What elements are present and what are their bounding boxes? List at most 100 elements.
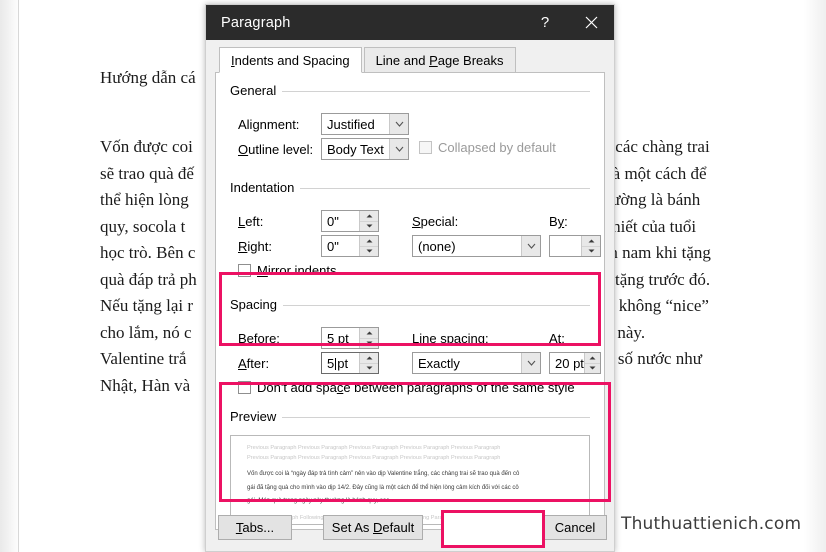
stepper-down-icon[interactable]: [360, 247, 378, 257]
by-stepper[interactable]: [581, 236, 600, 256]
watermark: Thuthuattienich.com: [621, 514, 802, 534]
dialog-footer: Tabs... Set As Default OK Cancel: [206, 503, 614, 551]
document-line-right: ột số nước như: [600, 349, 702, 368]
special-label: Special:: [412, 214, 459, 229]
dont-add-space-box[interactable]: [238, 381, 251, 394]
cancel-button[interactable]: Cancel: [543, 515, 607, 540]
document-line-left: Valentine trắ: [100, 349, 187, 368]
mirror-indents-label: Mirror indents: [257, 263, 337, 278]
document-line-left: sẽ trao quà đế: [100, 163, 194, 183]
spacing-group-label: Spacing: [230, 297, 283, 312]
collapsed-by-default-label: Collapsed by default: [438, 140, 556, 155]
preview-previous-line-1: Previous Paragraph Previous Paragraph Pr…: [247, 445, 501, 451]
collapsed-by-default-checkbox[interactable]: Collapsed by default: [419, 140, 556, 155]
at-value: 20 pt: [555, 355, 584, 371]
dont-add-space-checkbox[interactable]: Don't add space between paragraphs of th…: [238, 380, 575, 395]
page-shadow-right: [804, 0, 826, 552]
document-line-right: n nam khi tặng: [609, 243, 711, 262]
tab-indents-and-spacing[interactable]: Indents and Spacing: [219, 47, 362, 73]
special-combobox[interactable]: (none): [412, 235, 541, 257]
chevron-down-icon[interactable]: [389, 139, 408, 159]
chevron-down-icon[interactable]: [389, 114, 408, 134]
document-line-left: Nếu tặng lại r: [100, 296, 193, 315]
preview-body-line-2: gái đã tặng quà cho mình vào dịp 14/2. Đ…: [247, 484, 519, 491]
page-shadow-left: [0, 0, 20, 552]
line-spacing-combobox[interactable]: Exactly: [412, 352, 541, 374]
outline-level-value: Body Text: [327, 141, 384, 157]
mirror-indents-box[interactable]: [238, 264, 251, 277]
indent-left-field[interactable]: 0": [321, 210, 379, 232]
ok-highlight-backdrop: [441, 510, 545, 548]
stepper-down-icon[interactable]: [360, 364, 378, 374]
alignment-combobox[interactable]: Justified: [321, 113, 409, 135]
stepper-down-icon[interactable]: [585, 364, 600, 374]
spacing-after-stepper[interactable]: [359, 353, 378, 373]
tab-indents-and-spacing-label: Indents and Spacing: [231, 52, 350, 68]
tab-line-and-page-breaks-label: Line and Page Breaks: [375, 52, 504, 68]
spacing-before-stepper[interactable]: [359, 328, 378, 348]
stepper-down-icon[interactable]: [582, 247, 600, 257]
spacing-after-value-pre: 5: [327, 355, 335, 371]
preview-previous-line-2: Previous Paragraph Previous Paragraph Pr…: [247, 454, 501, 461]
indent-right-value: 0": [327, 238, 339, 254]
tabs-button[interactable]: Tabs...: [218, 515, 292, 540]
indent-right-stepper[interactable]: [359, 236, 378, 256]
document-line-right: là một cách để: [607, 163, 707, 183]
spacing-after-value-post: pt: [337, 355, 349, 371]
stepper-down-icon[interactable]: [360, 339, 378, 349]
stepper-up-icon[interactable]: [360, 211, 378, 222]
dialog-title: Paragraph: [221, 14, 291, 31]
general-group-rule: [230, 91, 590, 92]
stepper-up-icon[interactable]: [360, 353, 378, 364]
at-stepper[interactable]: [583, 353, 600, 374]
preview-group-label: Preview: [230, 409, 283, 424]
collapsed-by-default-box[interactable]: [419, 141, 432, 154]
chevron-down-icon[interactable]: [521, 236, 540, 256]
dialog-tabs: Indents and Spacing Line and Page Breaks: [206, 47, 614, 73]
set-as-default-button[interactable]: Set As Default: [323, 515, 423, 540]
document-line-left: Vốn được coi: [100, 137, 193, 156]
indentation-group-label: Indentation: [230, 180, 301, 195]
close-icon[interactable]: [568, 5, 614, 40]
document-line-right: à không “nice”: [607, 296, 709, 315]
preview-group-rule: [230, 417, 590, 418]
alignment-label: Alignment:: [238, 117, 300, 132]
close-icon-glyph: [585, 16, 597, 29]
stepper-up-icon[interactable]: [584, 353, 600, 364]
document-line-right: hường là bánh: [602, 190, 701, 209]
indent-left-value: 0": [327, 213, 339, 229]
indent-left-label: Left:: [238, 214, 264, 229]
document-line-left: quà đáp trả ph: [100, 269, 197, 289]
general-group-label: General: [230, 83, 283, 98]
stepper-up-icon[interactable]: [582, 236, 600, 247]
spacing-after-field[interactable]: 5 pt: [321, 352, 379, 374]
outline-level-combobox[interactable]: Body Text: [321, 138, 409, 160]
stepper-down-icon[interactable]: [360, 222, 378, 232]
by-field[interactable]: [549, 235, 601, 257]
at-field[interactable]: 20 pt: [549, 352, 601, 374]
document-line-left: cho lắm, nó c: [100, 322, 192, 342]
help-icon[interactable]: ?: [522, 5, 568, 40]
cancel-button-label: Cancel: [554, 520, 596, 535]
line-spacing-label: Line spacing:: [412, 331, 489, 346]
dialog-tab-panel: General Alignment: Justified Outline lev…: [215, 72, 605, 530]
document-line-left: học trò. Bên c: [100, 243, 196, 262]
spacing-before-field[interactable]: 5 pt: [321, 327, 379, 349]
document-heading: Hướng dẫn cá: [100, 68, 196, 88]
tabs-button-label: Tabs...: [235, 520, 275, 535]
by-label: By:: [549, 214, 568, 229]
indent-left-stepper[interactable]: [359, 211, 378, 231]
stepper-up-icon[interactable]: [360, 236, 378, 247]
indent-right-field[interactable]: 0": [321, 235, 379, 257]
document-line-right: , các chàng trai: [606, 137, 710, 156]
spacing-after-label: After:: [238, 356, 270, 371]
spacing-group-rule: [230, 305, 590, 306]
chevron-down-icon[interactable]: [521, 353, 540, 373]
spacing-before-value: 5 pt: [327, 330, 349, 346]
paragraph-dialog: Paragraph ? Indents and Spacing Line and…: [205, 4, 615, 552]
stepper-up-icon[interactable]: [360, 328, 378, 339]
help-icon-glyph: ?: [540, 14, 550, 31]
tab-line-and-page-breaks[interactable]: Line and Page Breaks: [363, 47, 516, 73]
mirror-indents-checkbox[interactable]: Mirror indents: [238, 263, 336, 278]
document-line-left: thể hiện lòng: [100, 190, 189, 209]
